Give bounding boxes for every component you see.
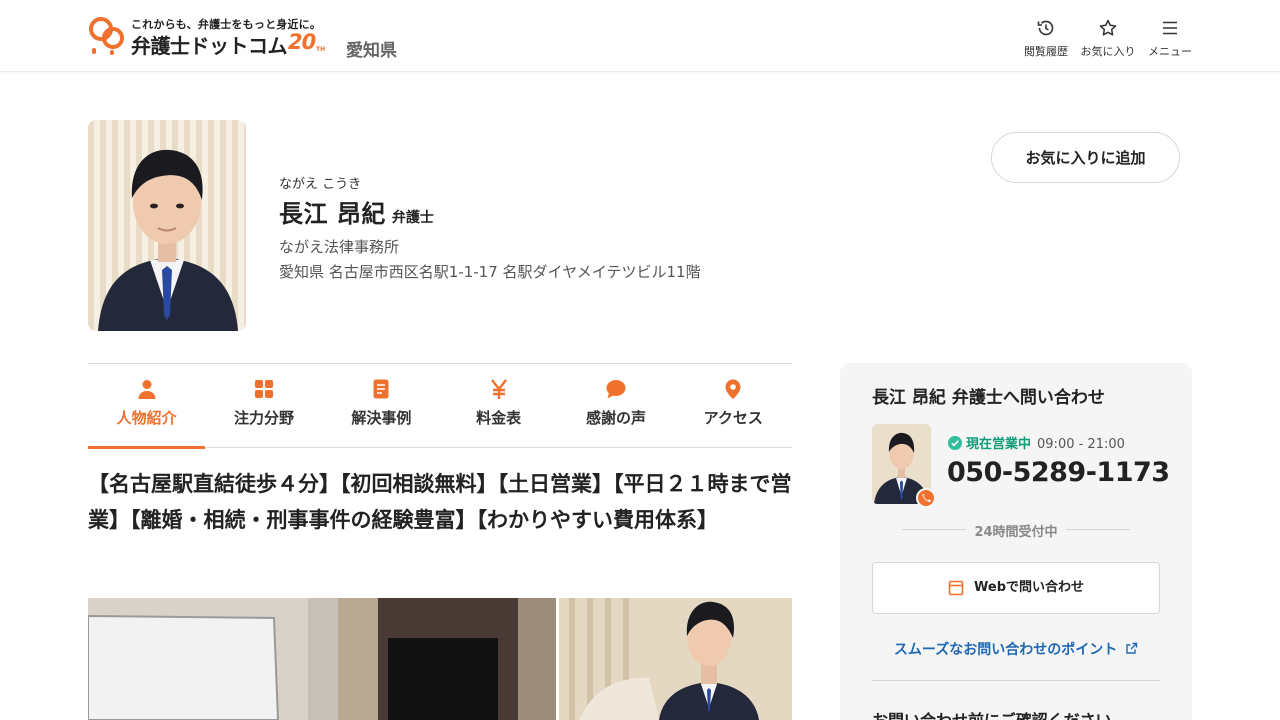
phone-number[interactable]: 050-5289-1173 (947, 457, 1170, 488)
office-photo[interactable] (88, 598, 556, 720)
speech-bubble-icon (606, 380, 626, 399)
tab-profile-label: 人物紹介 (116, 409, 177, 427)
lawyer-name-furigana: ながえ こうき (279, 177, 362, 192)
phone-badge-icon (916, 488, 936, 508)
tab-case-studies[interactable]: 解決事例 (323, 364, 440, 448)
star-icon (1099, 19, 1117, 36)
tab-practice-areas-label: 注力分野 (233, 409, 294, 427)
availability-note: 24時間受付中 (902, 521, 1130, 540)
tab-testimonials-label: 感謝の声 (585, 409, 646, 427)
open-status-text: 現在営業中 (966, 437, 1032, 452)
tab-testimonials[interactable]: 感謝の声 (557, 364, 674, 448)
contact-sidebar: 長江 昂紀 弁護士へ問い合わせ 現在営業中 09:00 - 21:00 050-5… (840, 363, 1192, 720)
lawyer-title-suffix: 弁護士 (391, 210, 434, 226)
lawyer-name-row: 長江 昂紀 弁護士 (279, 194, 434, 229)
tab-profile[interactable]: 人物紹介 (88, 364, 206, 449)
inquiry-tips-link[interactable]: スムーズなお問い合わせのポイント (872, 639, 1160, 659)
law-firm-name: ながえ法律事務所 (279, 238, 400, 256)
person-icon (138, 380, 156, 399)
logo-mark-icon (89, 17, 124, 55)
menu-button[interactable]: メニュー (1144, 18, 1196, 60)
history-button[interactable]: 閲覧履歴 (1020, 18, 1072, 60)
confirm-before-inquiry-heading: お問い合わせ前にご確認ください (872, 707, 1112, 720)
tab-case-studies-label: 解決事例 (351, 409, 412, 427)
menu-label: メニュー (1148, 45, 1192, 58)
logo-20th-number: 20 (288, 30, 316, 54)
office-interior-illustration (88, 598, 556, 720)
inquiry-tips-label: スムーズなお問い合わせのポイント (893, 642, 1118, 658)
browser-window-icon (948, 580, 964, 596)
business-status: 現在営業中 09:00 - 21:00 (948, 433, 1125, 452)
tab-fees[interactable]: 料金表 (440, 364, 557, 448)
check-circle-icon (948, 436, 962, 450)
hamburger-icon (1163, 21, 1177, 35)
profile-headline: 【名古屋駅直結徒歩４分】【初回相談無料】【土日営業】【平日２１時まで営業】【離婚… (88, 472, 792, 532)
lawyer-name: 長江 昂紀 (279, 200, 386, 228)
favorites-label: お気に入り (1080, 45, 1136, 58)
history-label: 閲覧履歴 (1024, 45, 1068, 58)
lawyer-portrait-illustration (98, 149, 238, 331)
external-link-icon (1126, 642, 1138, 654)
tab-access-label: アクセス (703, 409, 763, 427)
contact-title: 長江 昂紀 弁護士へ問い合わせ (872, 388, 1105, 408)
prefecture-label[interactable]: 愛知県 (346, 36, 397, 61)
business-hours: 09:00 - 21:00 (1037, 437, 1125, 452)
consultation-illustration (559, 598, 792, 720)
site-header: これからも、弁護士をもっと身近に。 弁護士ドットコム 20 TH 愛知県 閲覧履… (0, 0, 1280, 72)
tab-practice-areas[interactable]: 注力分野 (205, 364, 322, 448)
logo-brand-name: 弁護士ドットコム (131, 34, 288, 58)
logo-th-suffix: TH (316, 46, 326, 53)
office-address: 愛知県 名古屋市西区名駅1-1-17 名駅ダイヤメイテツビル11階 (279, 263, 701, 281)
map-pin-icon (725, 379, 741, 399)
tab-access[interactable]: アクセス (675, 364, 792, 448)
site-logo[interactable]: これからも、弁護士をもっと身近に。 弁護士ドットコム 20 TH (88, 14, 333, 58)
add-to-favorites-button[interactable]: お気に入りに追加 (991, 132, 1180, 183)
lawyer-consultation-photo[interactable] (559, 598, 792, 720)
tab-fees-label: 料金表 (476, 409, 522, 427)
history-icon (1037, 20, 1054, 36)
web-inquiry-label: Webで問い合わせ (974, 580, 1084, 595)
yen-icon (490, 379, 507, 399)
web-inquiry-button[interactable]: Webで問い合わせ (872, 562, 1160, 614)
profile-tabs: 人物紹介 注力分野 解決事例 料金表 感謝の声 アクセス (88, 363, 792, 449)
lawyer-photo (88, 120, 246, 331)
favorites-button[interactable]: お気に入り (1078, 18, 1138, 60)
sidebar-divider (872, 680, 1160, 681)
document-icon (373, 379, 389, 399)
grid-icon (254, 380, 273, 398)
